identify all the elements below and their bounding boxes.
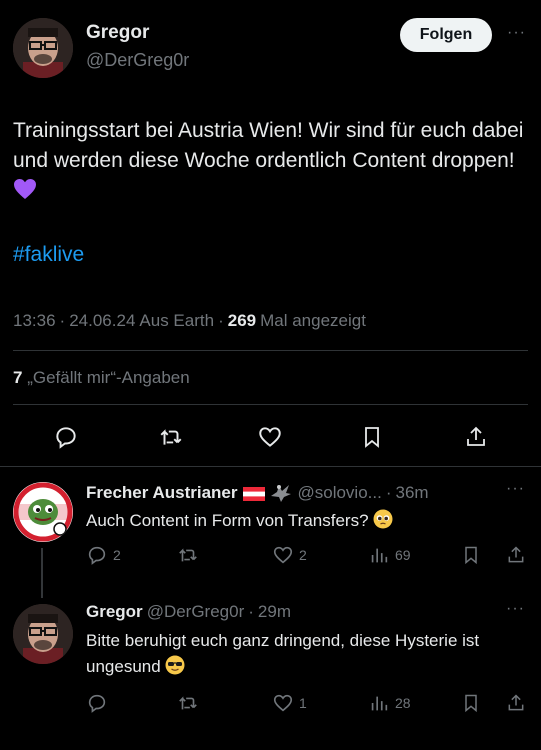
reply-avatar[interactable]	[13, 604, 73, 664]
meta-separator: ·	[385, 483, 392, 502]
view-count: 28	[395, 695, 411, 711]
likes-count: 7	[13, 368, 23, 387]
reply-like-button[interactable]: 2	[272, 544, 307, 566]
reply-retweet-button[interactable]	[176, 544, 205, 566]
reply-count: 2	[113, 547, 121, 563]
likes-label: „Gefällt mir“-Angaben	[27, 368, 190, 387]
reply-reply-button[interactable]: 2	[86, 544, 121, 566]
reply-icon	[88, 694, 106, 713]
retweet-icon	[179, 696, 197, 710]
tweet-actions	[0, 420, 541, 454]
reply-avatar[interactable]	[13, 482, 73, 542]
reply-author-handle[interactable]: @solovio...	[297, 483, 381, 503]
divider	[13, 404, 528, 405]
reply-time[interactable]: 29m	[258, 602, 291, 622]
tweet-time[interactable]: 13:36	[13, 311, 56, 331]
reply-icon[interactable]	[51, 422, 81, 452]
eagle-icon	[269, 482, 293, 504]
reply-text: Auch Content in Form von Transfers?	[86, 508, 506, 534]
reply-like-button[interactable]: 1	[272, 692, 307, 714]
hashtag-link[interactable]: #faklive	[13, 243, 84, 267]
reply-author-handle[interactable]: @DerGreg0r	[147, 602, 245, 622]
sunglasses-face-icon	[165, 655, 185, 675]
reply-author-name[interactable]: Gregor	[86, 602, 143, 622]
meta-separator: ·	[218, 311, 224, 330]
author-name[interactable]: Gregor	[86, 22, 149, 44]
meta-separator: ·	[59, 311, 66, 330]
divider	[0, 466, 541, 467]
reply-body-text: Bitte beruhigt euch ganz dringend, diese…	[86, 631, 480, 676]
reply-share-icon[interactable]	[506, 692, 526, 714]
view-count: 69	[395, 547, 411, 563]
retweet-icon	[179, 548, 197, 562]
views-label: Mal angezeigt	[260, 311, 366, 330]
reply-retweet-button[interactable]	[176, 692, 205, 714]
reply-body-text: Auch Content in Form von Transfers?	[86, 511, 369, 530]
like-icon	[273, 546, 293, 564]
like-count: 1	[299, 695, 307, 711]
like-icon	[273, 694, 293, 712]
reply-actions: 2 2 69	[86, 544, 526, 568]
tweet-meta: 13:36 · 24.06.24 Aus Earth · 269 Mal ang…	[13, 311, 366, 331]
reply-actions: 1 28	[86, 692, 526, 716]
reply-icon	[88, 546, 106, 565]
thread-connector	[41, 548, 43, 598]
meta-separator: ·	[248, 602, 254, 621]
author-handle[interactable]: @DerGreg0r	[86, 50, 189, 71]
reply-more-icon[interactable]: ···	[506, 480, 525, 498]
more-options-icon[interactable]: ···	[507, 24, 526, 42]
retweet-icon[interactable]	[156, 422, 186, 452]
bookmark-icon[interactable]	[357, 422, 387, 452]
author-avatar[interactable]	[13, 18, 73, 78]
reply-views-button[interactable]: 28	[368, 692, 411, 714]
tweet-body-text: Trainingsstart bei Austria Wien! Wir sin…	[13, 119, 524, 172]
tweet-date[interactable]: 24.06.24	[69, 311, 135, 331]
reply-reply-button[interactable]	[86, 692, 113, 714]
reply-bookmark-icon[interactable]	[461, 544, 481, 566]
share-icon[interactable]	[461, 422, 491, 452]
reply-bookmark-icon[interactable]	[461, 692, 481, 714]
views-count: 269	[227, 311, 257, 330]
pleading-face-icon	[373, 509, 393, 529]
reply-text: Bitte beruhigt euch ganz dringend, diese…	[86, 628, 506, 680]
reply-more-icon[interactable]: ···	[506, 600, 525, 618]
follow-button[interactable]: Folgen	[400, 18, 492, 52]
reply-views-button[interactable]: 69	[368, 544, 411, 566]
purple-heart-icon	[13, 178, 37, 200]
austria-flag-icon	[243, 486, 266, 501]
likes-summary[interactable]: 7 „Gefällt mir“-Angaben	[13, 368, 190, 388]
like-count: 2	[299, 547, 307, 563]
reply-time[interactable]: 36m	[396, 483, 429, 503]
views-icon	[371, 548, 388, 563]
like-icon[interactable]	[255, 422, 285, 452]
reply-share-icon[interactable]	[506, 544, 526, 566]
tweet-source: Aus Earth	[139, 311, 215, 330]
tweet-text: Trainingsstart bei Austria Wien! Wir sin…	[13, 116, 528, 206]
views-icon	[371, 696, 388, 711]
reply-author-name[interactable]: Frecher Austrianer	[86, 483, 237, 503]
divider	[13, 350, 528, 351]
